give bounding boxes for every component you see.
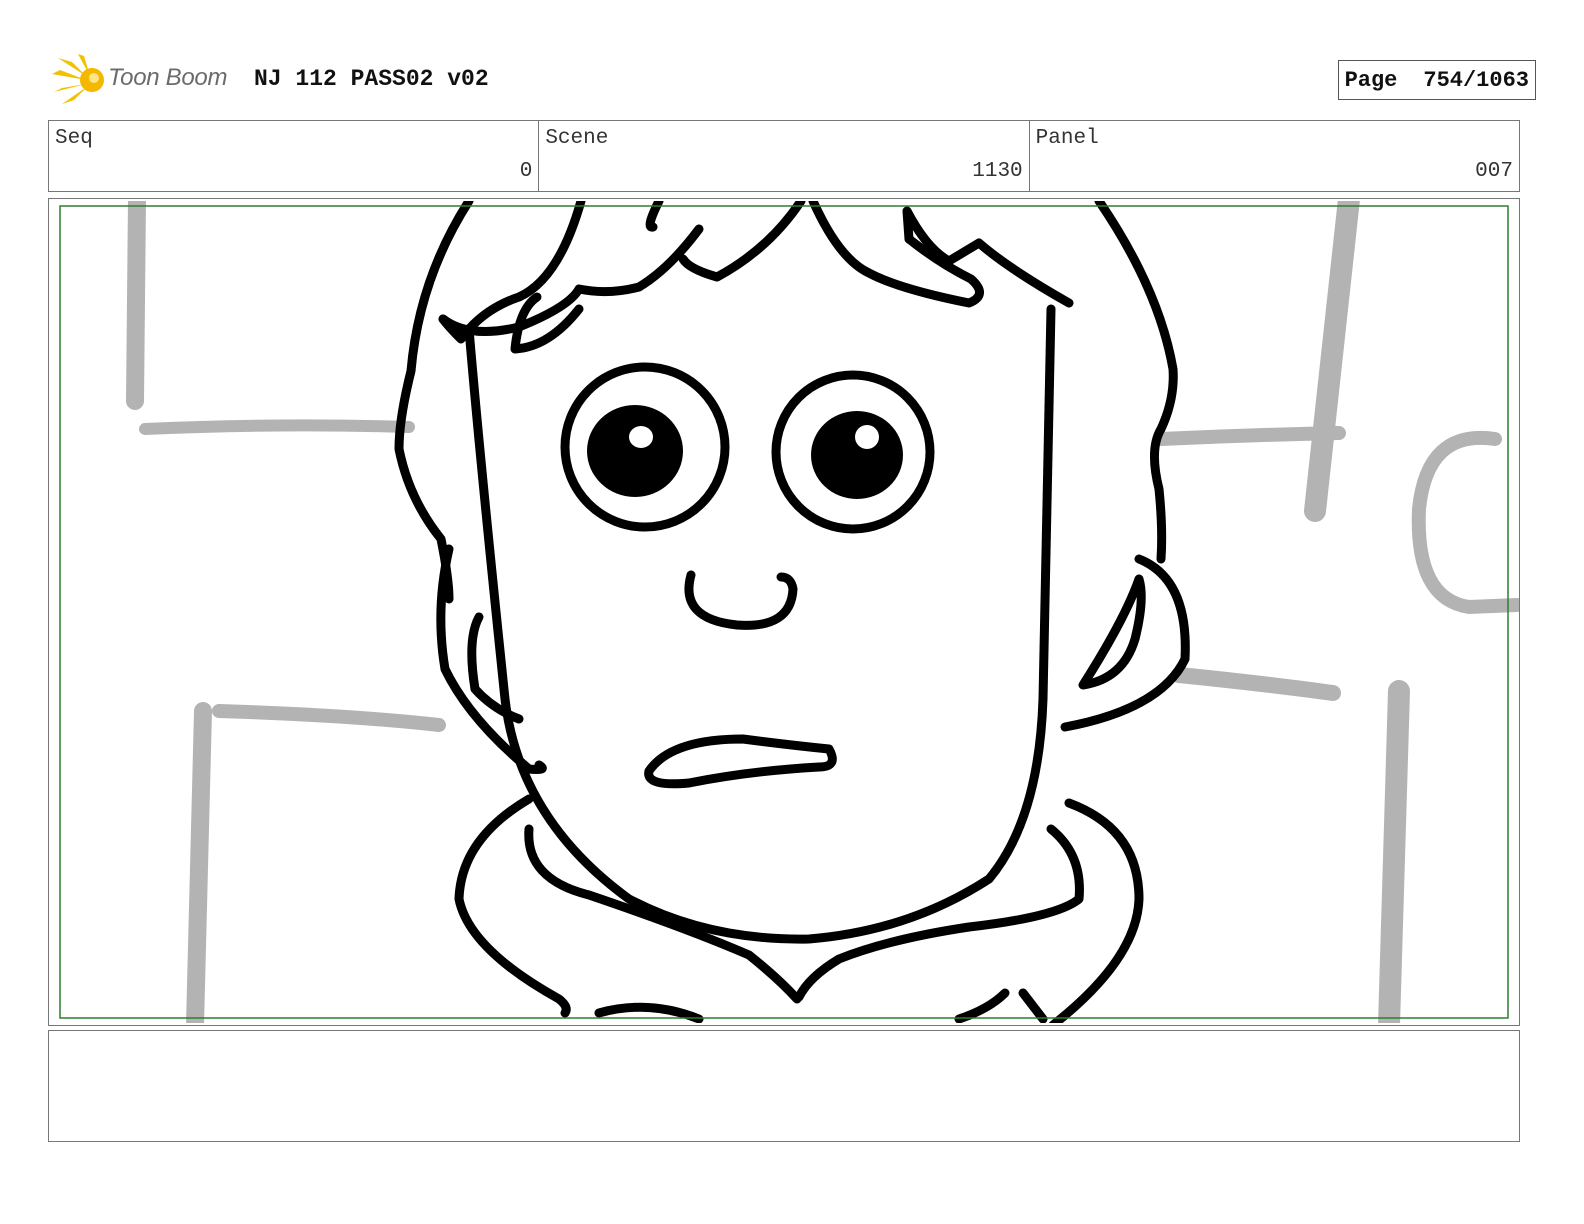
panel-notes-box [48,1030,1520,1142]
page-value: 754/1063 [1423,67,1529,93]
storyboard-panel [48,198,1520,1026]
panel-drawing [59,201,1519,1023]
seq-value: 0 [519,160,533,183]
panel-label: Panel [1035,127,1099,150]
seq-cell: Seq 0 [49,121,540,191]
document-title: NJ 112 PASS02 v02 [254,66,489,92]
page-indicator: Page 754/1063 [1337,60,1536,100]
logo-text: Toon Boom [108,64,228,91]
toon-boom-logo: Toon Boom [52,52,242,108]
scene-cell: Scene 1130 [539,121,1030,191]
shot-info-row: Seq 0 Scene 1130 Panel 007 [48,120,1520,192]
eye-pupils [587,405,903,499]
storyboard-header: Toon Boom NJ 112 PASS02 v02 Page 754/106… [48,52,1536,108]
page-label: Page [1344,67,1398,93]
background-sketch [126,201,1519,1023]
panel-value: 007 [1475,160,1513,183]
toon-boom-star-icon [52,54,104,104]
scene-label: Scene [545,127,609,150]
scene-value: 1130 [972,160,1023,183]
panel-cell: Panel 007 [1030,121,1519,191]
character-sketch [394,201,1190,1023]
seq-label: Seq [55,127,93,150]
